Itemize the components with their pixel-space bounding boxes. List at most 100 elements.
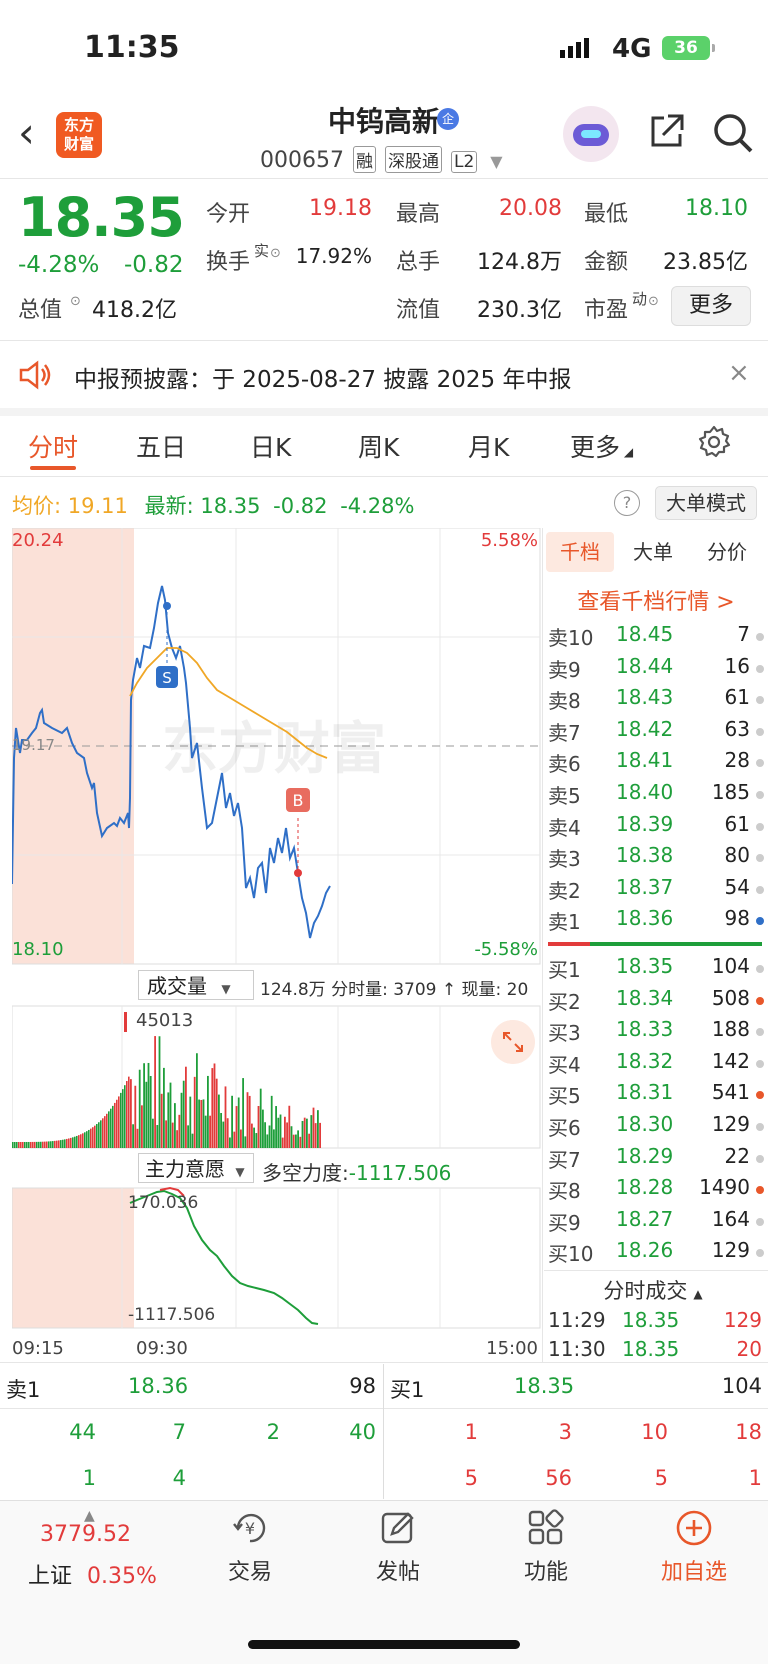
nav-post[interactable]: 发帖	[338, 1508, 458, 1586]
bids-level[interactable]: 买10 18.26 129	[548, 1238, 764, 1268]
queue-order: 40	[349, 1420, 376, 1444]
volume-bar	[281, 1137, 284, 1148]
asks-level[interactable]: 卖5 18.40 185	[548, 780, 764, 810]
quote-field-label: 总手	[396, 250, 441, 275]
indicator-info-value: -1117.506	[348, 1161, 452, 1185]
help-icon[interactable]: ?	[614, 490, 640, 516]
battery-icon: 36	[662, 36, 715, 60]
volume-bar	[248, 1095, 251, 1148]
latest-value: 18.35	[200, 494, 261, 518]
search-icon[interactable]	[712, 112, 754, 154]
trade-volume: 20	[736, 1337, 762, 1361]
volume-bar	[167, 1092, 170, 1148]
volume-bar	[152, 1118, 154, 1148]
notice-text[interactable]: 中报预披露：于 2025-08-27 披露 2025 年中报	[74, 360, 571, 394]
stock-code-row[interactable]: 000657 融 深股通 L2 ▼	[260, 146, 503, 173]
dropdown-icon: ▼	[235, 1165, 245, 1179]
tab-intraday[interactable]: 分时	[28, 428, 78, 464]
volume-bar	[38, 1141, 40, 1148]
volume-bar	[229, 1137, 231, 1148]
share-icon[interactable]	[648, 112, 686, 150]
asks-level-dot-icon	[756, 822, 764, 831]
volume-bar	[154, 1036, 156, 1148]
volume-bar	[130, 1079, 132, 1148]
volume-bar	[200, 1099, 203, 1148]
tab-five-day[interactable]: 五日	[136, 428, 186, 464]
time-sales-title[interactable]: 分时成交 ▲	[548, 1275, 758, 1305]
tab-monthly-k[interactable]: 月K	[468, 428, 509, 464]
strip-buy-volume: 104	[721, 1374, 762, 1398]
volume-bar	[110, 1108, 112, 1148]
asks-level[interactable]: 卖9 18.44 16	[548, 654, 764, 684]
nav-trade[interactable]: ¥ 交易	[190, 1508, 310, 1586]
bids-level[interactable]: 买8 18.28 1490	[548, 1175, 764, 1205]
volume-bar	[46, 1141, 48, 1148]
bids-level[interactable]: 买5 18.31 541	[548, 1080, 764, 1110]
asks-level[interactable]: 卖8 18.43 61	[548, 685, 764, 715]
tab-daily-k[interactable]: 日K	[250, 428, 291, 464]
asks-level-dot-icon	[756, 759, 764, 768]
volume-bar	[275, 1106, 277, 1148]
bids-level-dot-icon	[756, 1028, 764, 1037]
volume-bar	[226, 1118, 229, 1148]
tab-price-distribution[interactable]: 分价	[692, 532, 762, 572]
asks-level[interactable]: 卖2 18.37 54	[548, 875, 764, 905]
volume-bar	[251, 1123, 253, 1148]
asks-level-label: 卖10	[548, 626, 594, 650]
tab-big-order[interactable]: 大单	[620, 532, 686, 572]
volume-bar	[198, 1099, 200, 1148]
asks-level[interactable]: 卖4 18.39 61	[548, 812, 764, 842]
index-ticker[interactable]: 上证 0.35%	[28, 1558, 157, 1590]
tag-connect: 深股通	[384, 146, 442, 173]
index-value[interactable]: 3779.52	[40, 1522, 131, 1547]
bids-level-volume: 129	[711, 1112, 750, 1136]
bids-level[interactable]: 买2 18.34 508	[548, 986, 764, 1016]
bids-level[interactable]: 买9 18.27 164	[548, 1207, 764, 1237]
tab-thousand-level[interactable]: 千档	[546, 532, 614, 572]
bids-level[interactable]: 买4 18.32 142	[548, 1049, 764, 1079]
expand-icon[interactable]	[491, 1020, 535, 1064]
bids-level-dot-icon	[756, 1217, 764, 1226]
nav-add-watchlist[interactable]: 加自选	[634, 1508, 754, 1586]
asks-level[interactable]: 卖7 18.42 63	[548, 717, 764, 747]
tab-more[interactable]: 更多 ◢	[570, 428, 633, 464]
bids-level-label: 买2	[548, 989, 581, 1014]
asks-level[interactable]: 卖6 18.41 28	[548, 748, 764, 778]
bids-level[interactable]: 买7 18.29 22	[548, 1144, 764, 1174]
asks-level[interactable]: 卖1 18.36 98	[548, 906, 764, 936]
bids-level-dot-icon	[756, 1249, 764, 1258]
bids-level-price: 18.34	[616, 985, 674, 1010]
asks-level-price: 18.41	[616, 748, 674, 773]
close-icon[interactable]: ×	[728, 358, 750, 388]
volume-bar	[145, 1081, 148, 1148]
bids-level[interactable]: 买1 18.35 104	[548, 954, 764, 984]
bids-level[interactable]: 买6 18.30 129	[548, 1112, 764, 1142]
bids-level-volume: 541	[711, 1080, 750, 1105]
asks-level[interactable]: 卖10 18.45 7	[548, 622, 764, 652]
volume-bar	[114, 1102, 116, 1148]
tab-weekly-k[interactable]: 周K	[358, 428, 399, 464]
divider	[544, 1270, 768, 1271]
pre-market-zone	[12, 1188, 134, 1328]
queue-order: 5	[654, 1466, 668, 1490]
quote-field-label: 总值	[18, 298, 63, 323]
bids-level[interactable]: 买3 18.33 188	[548, 1017, 764, 1047]
big-order-mode-button[interactable]: 大单模式	[655, 486, 757, 520]
more-button[interactable]: 更多	[671, 286, 751, 326]
more-dots-icon: ⊙	[648, 294, 659, 309]
volume-bar	[120, 1092, 122, 1148]
asks-level[interactable]: 卖3 18.38 80	[548, 843, 764, 873]
indicator-selector[interactable]: 主力意愿 ▼	[138, 1153, 254, 1183]
nav-trade-label: 交易	[227, 1560, 272, 1585]
volume-bar	[68, 1138, 70, 1148]
intraday-chart[interactable]: 东方财富 S B 20.24 18.10 19.17 5.58% -5.58% …	[12, 528, 542, 1368]
volume-bar	[16, 1141, 18, 1148]
volume-bar	[288, 1105, 291, 1148]
volume-bar	[36, 1141, 38, 1148]
ai-assistant-icon[interactable]	[563, 106, 619, 162]
asks-level-volume: 63	[724, 716, 750, 741]
view-depth-link[interactable]: 查看千档行情 >	[544, 584, 768, 616]
volume-selector[interactable]: 成交量 ▼	[138, 970, 254, 1000]
nav-functions[interactable]: 功能	[486, 1508, 606, 1586]
gear-icon[interactable]	[696, 424, 732, 460]
